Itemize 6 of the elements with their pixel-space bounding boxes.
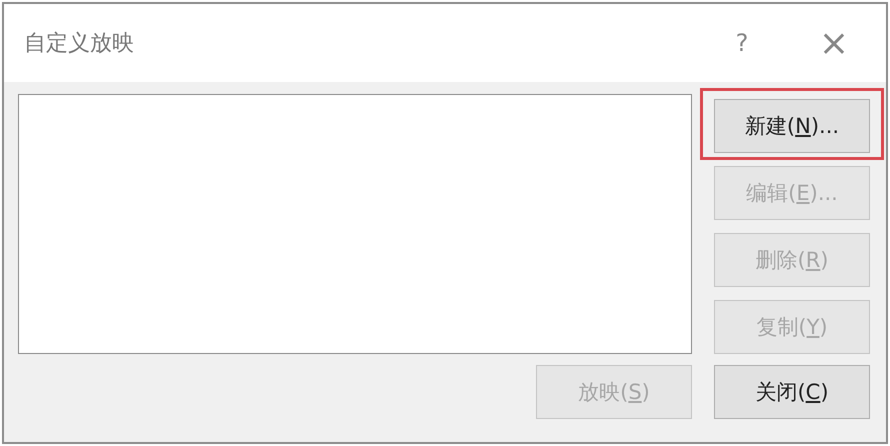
close-button[interactable]: ×	[812, 22, 856, 64]
dialog-button[interactable]: 关闭(C)	[714, 365, 870, 419]
window-title: 自定义放映	[24, 30, 135, 58]
dialog-button[interactable]: 新建(N)...	[714, 99, 870, 153]
help-button[interactable]: ?	[722, 28, 762, 58]
list-box[interactable]	[18, 94, 692, 354]
